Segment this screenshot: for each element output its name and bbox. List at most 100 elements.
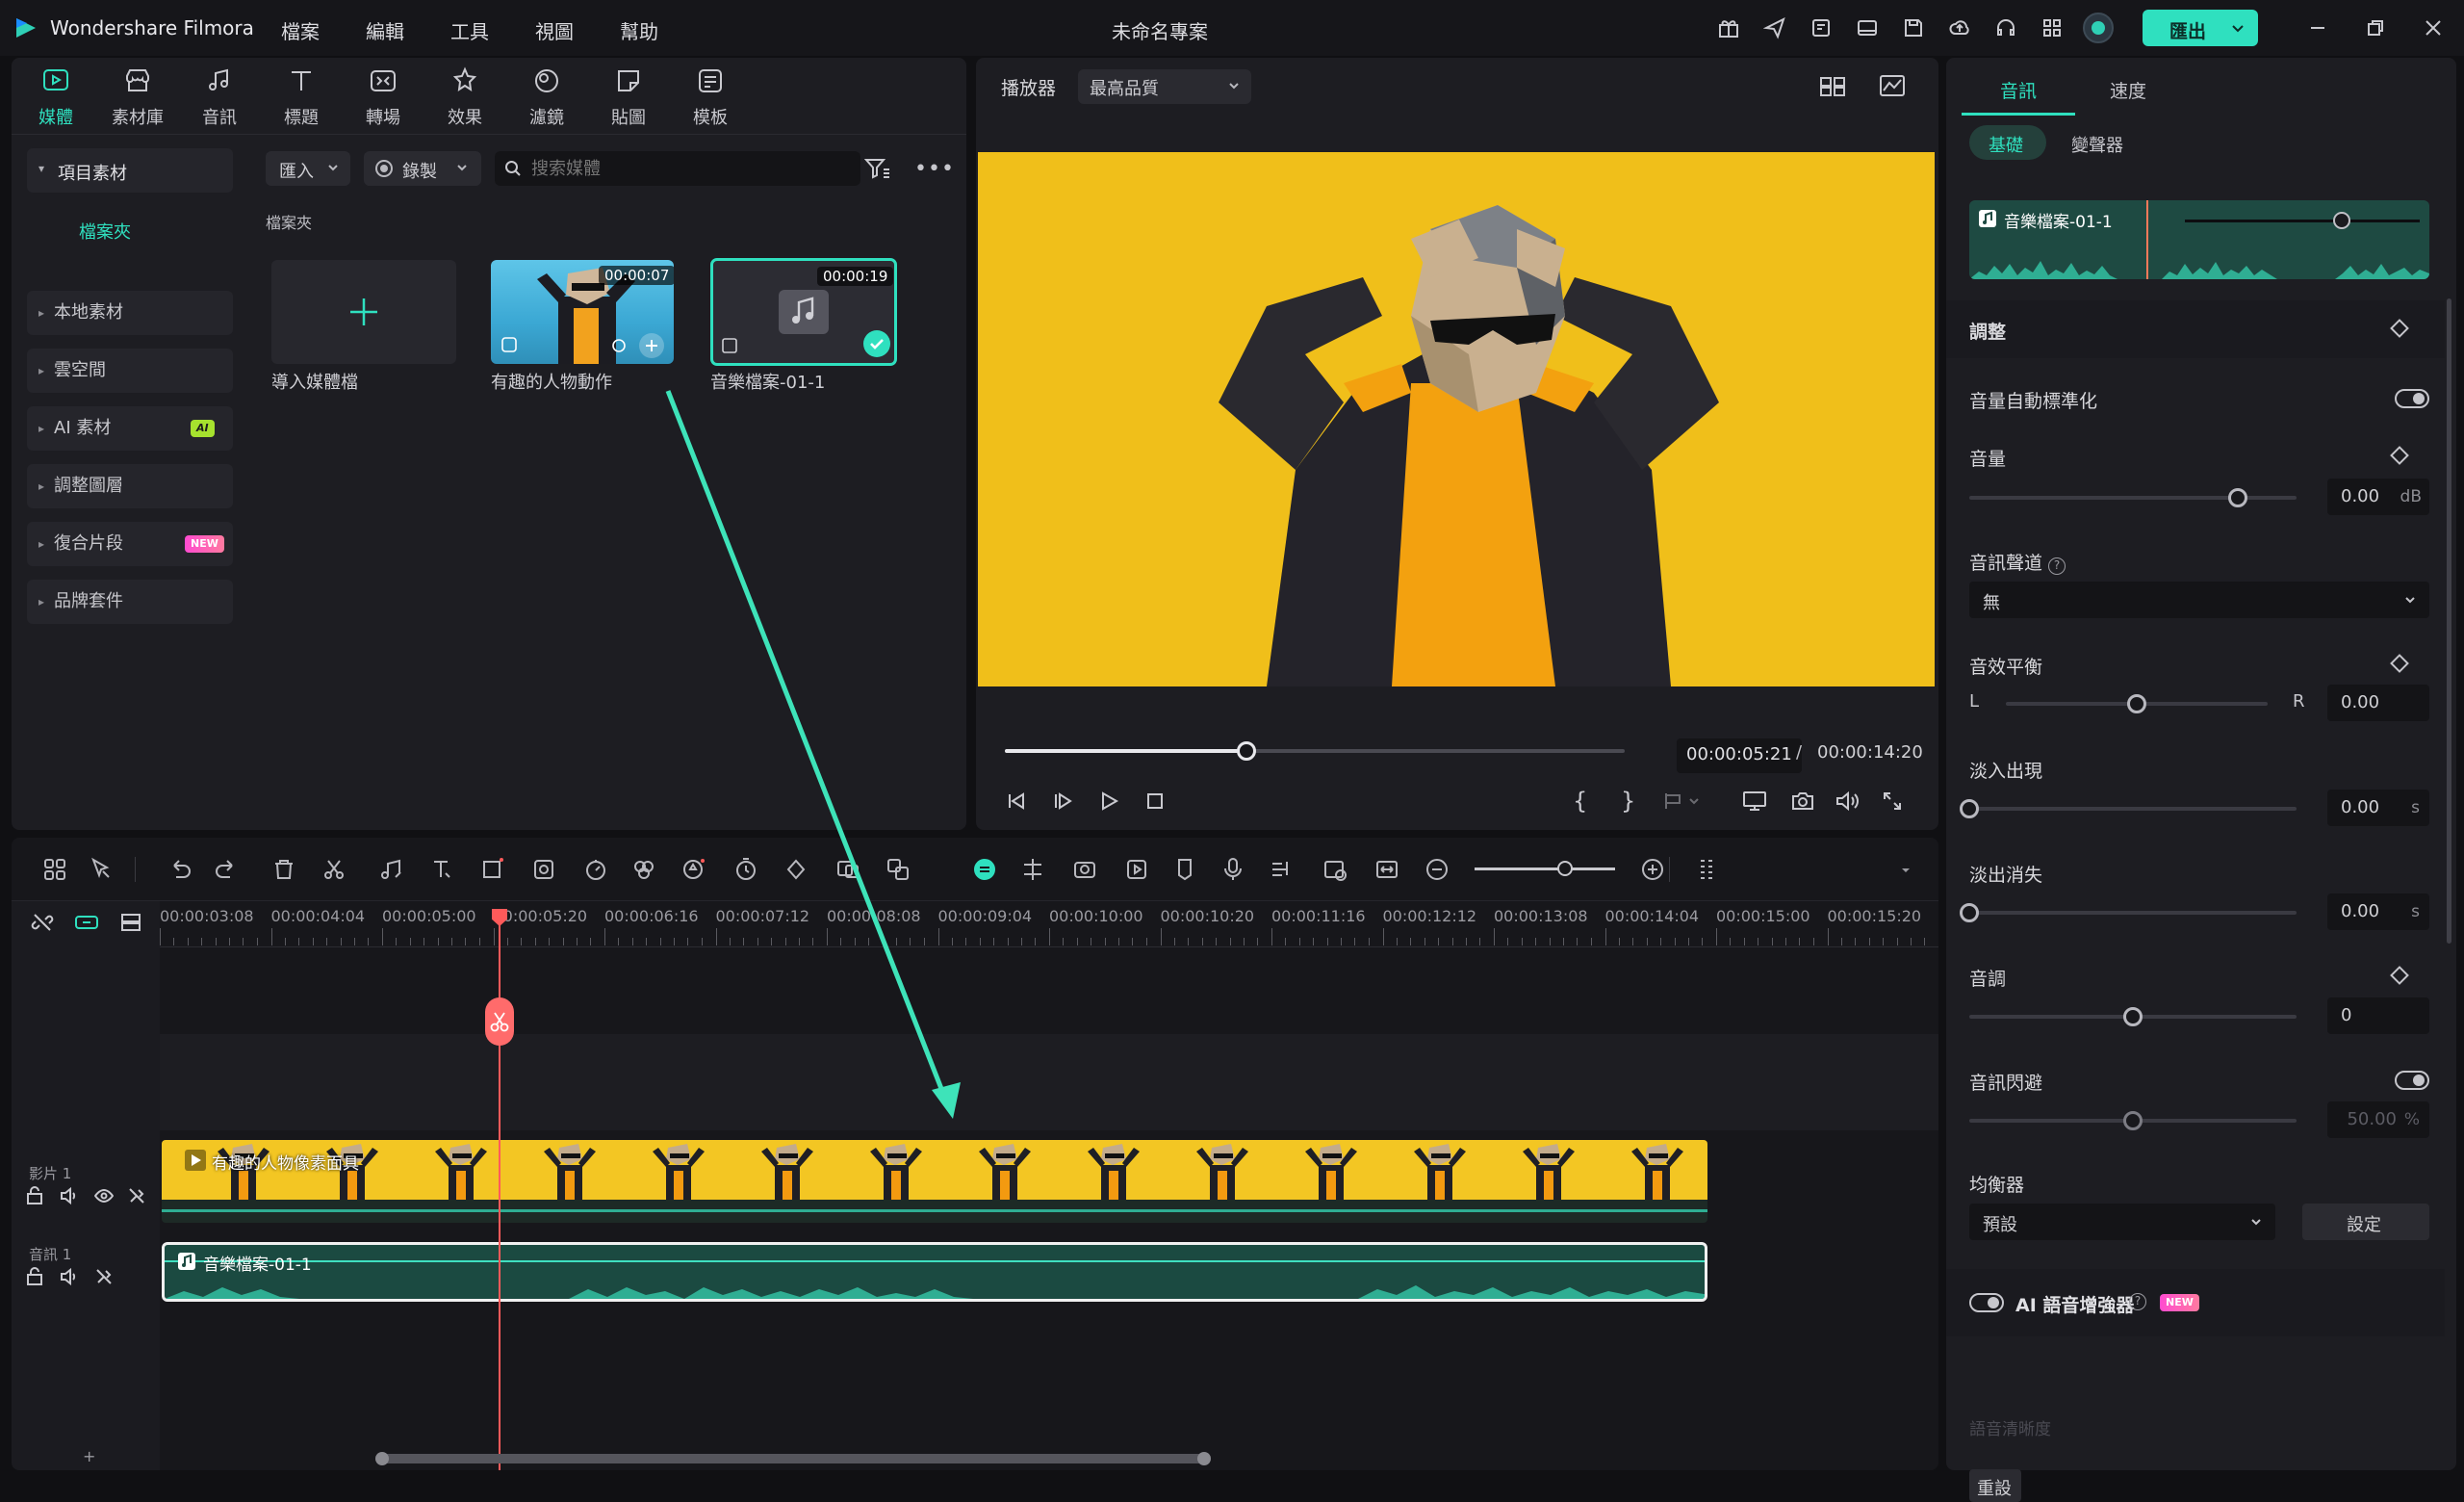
undo-icon[interactable] [162, 851, 198, 888]
quality-dropdown[interactable]: 最高品質 [1078, 69, 1251, 104]
export-button[interactable]: 匯出 [2143, 10, 2258, 46]
tab-filter[interactable]: 濾鏡 [508, 64, 585, 131]
ai-enhancer-toggle[interactable] [1969, 1293, 2004, 1312]
split-scissors-button[interactable] [485, 997, 514, 1046]
timer-icon[interactable] [728, 851, 764, 888]
tab-media[interactable]: 媒體 [17, 64, 94, 131]
subtab-voice-changer[interactable]: 變聲器 [2058, 125, 2154, 160]
link-icon[interactable] [73, 911, 100, 934]
ducking-slider-knob[interactable] [2123, 1111, 2143, 1130]
tab-store[interactable]: 素材庫 [99, 64, 176, 131]
select-tool-icon[interactable] [83, 851, 119, 888]
timeline-ruler[interactable]: 00:00:03:08 00:00:04:04 00:00:05:00 00:00:0… [160, 901, 1938, 947]
support-icon[interactable] [1994, 16, 2017, 39]
menu-item[interactable]: 編輯 [366, 20, 404, 43]
timeline-scrollbar[interactable] [375, 1452, 1211, 1465]
search-input[interactable] [531, 155, 839, 182]
balance-slider-knob[interactable] [2127, 694, 2146, 713]
speed-icon[interactable] [578, 851, 614, 888]
sidebar-item-2[interactable]: 雲空間 [27, 349, 233, 393]
apps-grid-icon[interactable] [2040, 16, 2064, 39]
play-icon[interactable] [1097, 790, 1120, 813]
video-clip-tile[interactable]: 00:00:07 [491, 260, 674, 364]
fade-in-slider-track[interactable] [1969, 807, 2297, 811]
volume-keyframe-icon[interactable] [2390, 446, 2409, 465]
track-audio-icon[interactable] [60, 1186, 79, 1205]
tab-audio[interactable]: 音訊 [1962, 58, 2075, 116]
volume-slider-knob[interactable] [2227, 488, 2247, 507]
unlink-icon[interactable] [31, 911, 54, 934]
tab-transition[interactable]: 轉場 [345, 64, 422, 131]
sidebar-item-6[interactable]: 品牌套件 [27, 580, 233, 624]
crop-icon[interactable] [474, 851, 510, 888]
ai-portrait-icon[interactable] [676, 851, 712, 888]
ai-audio-icon[interactable] [1066, 851, 1103, 888]
marker-icon[interactable] [1167, 851, 1203, 888]
sidebar-item-5[interactable]: 復合片段 NEW [27, 522, 233, 566]
pitch-slider-knob[interactable] [2123, 1007, 2143, 1026]
reset-button[interactable]: 重設 [1969, 1469, 2021, 1502]
zoom-in-icon[interactable] [1634, 851, 1671, 888]
snap-icon[interactable] [1014, 851, 1051, 888]
help-icon[interactable]: ? [2129, 1293, 2146, 1310]
avatar[interactable] [2083, 13, 2114, 43]
audio-edit-icon[interactable] [373, 851, 410, 888]
track-manager-icon[interactable] [119, 911, 142, 934]
filter-sort-icon[interactable] [864, 156, 891, 181]
menu-item[interactable]: 幫助 [620, 20, 658, 43]
import-media-tile[interactable] [271, 260, 456, 364]
send-icon[interactable] [1763, 16, 1786, 39]
tab-sticker[interactable]: 貼圖 [590, 64, 667, 131]
equalizer-dropdown[interactable]: 預設 [1969, 1204, 2275, 1240]
ducking-toggle[interactable] [2395, 1071, 2429, 1090]
insert-clip-icon[interactable] [1663, 790, 1702, 813]
fade-out-value-box[interactable]: 0.00 s [2327, 893, 2429, 930]
search-field[interactable] [495, 151, 860, 186]
sidebar-item-3[interactable]: AI 素材 AI [27, 406, 233, 451]
render-preview-icon[interactable] [1118, 851, 1155, 888]
track-disable-icon[interactable] [127, 1186, 146, 1205]
snapshot-icon[interactable] [1790, 790, 1815, 813]
grid-view-icon[interactable] [1819, 75, 1846, 98]
tab-speed[interactable]: 速度 [2091, 58, 2204, 116]
fullscreen-icon[interactable] [1881, 790, 1904, 813]
fade-in-value-box[interactable]: 0.00 s [2327, 790, 2429, 826]
subtab-basic[interactable]: 基礎 [1969, 125, 2046, 160]
redo-icon[interactable] [208, 851, 244, 888]
layout-select-icon[interactable] [37, 851, 73, 888]
chevron-down-icon[interactable] [1900, 865, 1912, 876]
chevron-down-icon[interactable] [2231, 21, 2245, 35]
folder-item[interactable]: 檔案夾 [79, 219, 131, 244]
color-icon[interactable] [626, 851, 662, 888]
next-frame-icon[interactable] [1051, 790, 1074, 813]
minimize-icon[interactable] [2306, 16, 2329, 39]
tab-effects[interactable]: 效果 [426, 64, 503, 131]
menu-item[interactable]: 檔案 [281, 20, 320, 43]
more-icon[interactable]: ••• [914, 157, 955, 181]
preview-canvas[interactable] [978, 152, 1935, 686]
volume-value-box[interactable]: 0.00 dB [2327, 479, 2429, 515]
help-icon[interactable]: ? [2048, 557, 2066, 575]
track-audio-icon[interactable] [60, 1267, 79, 1286]
sidebar-item-1[interactable]: 本地素材 [27, 291, 233, 335]
mark-in-icon[interactable]: { [1573, 788, 1587, 815]
fade-out-slider-track[interactable] [1969, 911, 2297, 915]
project-media-group[interactable]: ▾ 項目素材 [27, 148, 233, 193]
mask-icon[interactable] [526, 851, 562, 888]
scope-icon[interactable] [1879, 73, 1906, 98]
pitch-keyframe-icon[interactable] [2390, 966, 2409, 985]
ducking-value-box[interactable]: 50.00% [2327, 1101, 2429, 1138]
balance-value-box[interactable]: 0.00 [2327, 685, 2429, 721]
add-track-icon[interactable]: + [83, 1447, 95, 1465]
zoom-out-icon[interactable] [1419, 851, 1455, 888]
audio-clip[interactable]: 音樂檔案-01-1 [162, 1242, 1707, 1302]
audio-clip-tile[interactable]: 00:00:19 [710, 258, 897, 366]
fade-out-slider-knob[interactable] [1960, 903, 1979, 922]
clip-waveform-preview[interactable]: 音樂檔案-01-1 [1969, 200, 2429, 279]
tab-music[interactable]: 音訊 [181, 64, 258, 131]
track-disable-icon[interactable] [94, 1267, 114, 1286]
cpu-icon[interactable] [1810, 16, 1833, 39]
gift-icon[interactable] [1717, 16, 1740, 39]
display-icon[interactable] [1742, 790, 1767, 813]
playback-progress-knob[interactable] [1237, 741, 1257, 761]
